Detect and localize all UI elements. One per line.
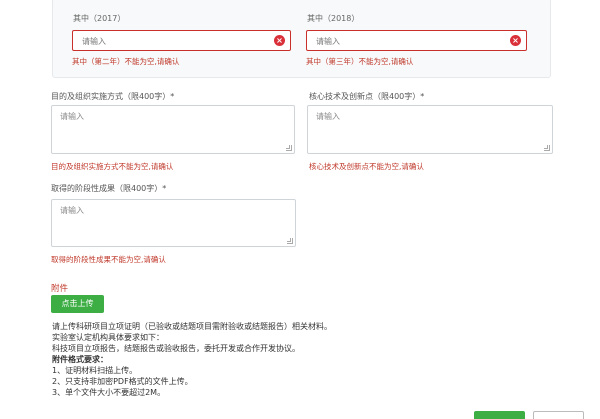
upload-button[interactable]: 点击上传 bbox=[51, 295, 104, 313]
primary-action-button[interactable] bbox=[474, 411, 525, 419]
instruction-line-1: 请上传科研项目立项证明（已验收或结题项目需附验收或结题报告）相关材料。 bbox=[52, 322, 332, 331]
error-clear-icon[interactable]: × bbox=[510, 35, 521, 46]
resize-handle-icon[interactable] bbox=[286, 145, 292, 151]
resize-handle-icon[interactable] bbox=[544, 145, 550, 151]
purpose-error: 目的及组织实施方式不能为空,请确认 bbox=[51, 162, 174, 171]
purpose-label: 目的及组织实施方式（限400字）* bbox=[51, 92, 175, 101]
core-tech-label: 核心技术及创新点（限400字）* bbox=[309, 92, 425, 101]
input-2017[interactable]: 请输入 × bbox=[72, 30, 291, 51]
input-2018[interactable]: 请输入 × bbox=[306, 30, 527, 51]
field-label-2017: 其中（2017） bbox=[73, 14, 126, 23]
results-textarea[interactable]: 请输入 bbox=[51, 199, 296, 247]
secondary-action-button[interactable] bbox=[533, 411, 584, 419]
core-tech-placeholder: 请输入 bbox=[316, 112, 340, 121]
format-rule-3: 3、单个文件大小不要超过2M。 bbox=[52, 388, 166, 397]
results-error: 取得的阶段性成果不能为空,请确认 bbox=[51, 255, 166, 264]
core-tech-textarea[interactable]: 请输入 bbox=[307, 105, 553, 154]
purpose-textarea[interactable]: 请输入 bbox=[51, 105, 295, 154]
format-rule-2: 2、只支持非加密PDF格式的文件上传。 bbox=[52, 377, 193, 386]
field-label-2018: 其中（2018） bbox=[307, 14, 360, 23]
error-message-2018: 其中（第三年）不能为空,请确认 bbox=[306, 57, 414, 66]
resize-handle-icon[interactable] bbox=[287, 238, 293, 244]
input-2017-placeholder: 请输入 bbox=[82, 37, 106, 46]
input-2018-placeholder: 请输入 bbox=[316, 37, 340, 46]
error-message-2017: 其中（第二年）不能为空,请确认 bbox=[72, 57, 180, 66]
purpose-placeholder: 请输入 bbox=[60, 112, 84, 121]
results-placeholder: 请输入 bbox=[60, 206, 84, 215]
instruction-line-3: 科技项目立项报告，结题报告或验收报告，委托开发或合作开发协议。 bbox=[52, 344, 300, 353]
format-requirements-title: 附件格式要求： bbox=[52, 355, 108, 364]
core-tech-error: 核心技术及创新点不能为空,请确认 bbox=[309, 162, 424, 171]
instruction-line-2: 实验室认定机构具体要求如下： bbox=[52, 333, 164, 342]
format-rule-1: 1、证明材料扫描上传。 bbox=[52, 366, 138, 375]
error-clear-icon[interactable]: × bbox=[274, 35, 285, 46]
results-label: 取得的阶段性成果（限400字）* bbox=[51, 184, 167, 193]
attachment-title: 附件 bbox=[51, 284, 69, 294]
